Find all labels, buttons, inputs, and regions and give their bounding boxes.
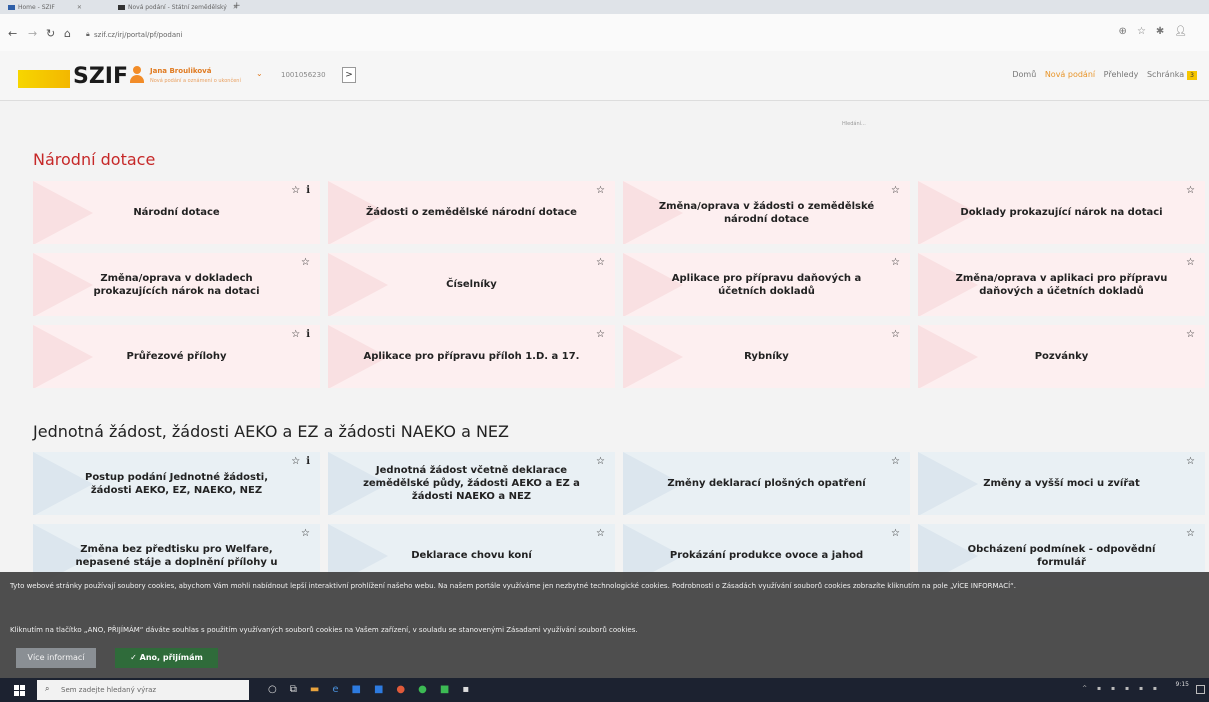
lock-icon: 🔒︎: [86, 30, 90, 38]
user-name[interactable]: Jana Brouliková: [150, 67, 211, 75]
tile-narodni-dotace[interactable]: Národní dotace ☆ i: [33, 181, 320, 244]
nav-home[interactable]: Domů: [1012, 70, 1036, 79]
szif-logo-bar: [18, 70, 70, 88]
szif-favicon: [8, 5, 15, 10]
outlook-icon[interactable]: ■: [351, 684, 373, 695]
tile-zadosti-narodni-dotace[interactable]: Žádosti o zemědělské národní dotace ☆: [328, 181, 615, 244]
star-icon[interactable]: ☆: [891, 185, 900, 196]
profile-icon[interactable]: 👤︎: [1174, 26, 1197, 37]
tile-zmena-aplikace[interactable]: Změna/oprava v aplikaci pro přípravu daň…: [918, 253, 1205, 316]
star-icon[interactable]: ☆: [596, 185, 605, 196]
browser-tab-podani[interactable]: Nová podání - Státní zemědělský ✕: [118, 2, 238, 14]
reload-icon[interactable]: ↻: [46, 27, 55, 40]
close-icon[interactable]: ✕: [77, 4, 82, 11]
search-icon: ⌕: [45, 684, 50, 693]
next-button[interactable]: >: [342, 67, 356, 83]
tile-rybniky[interactable]: Rybníky ☆: [623, 325, 910, 388]
extensions-icon[interactable]: ✱: [1156, 26, 1174, 37]
info-icon[interactable]: i: [306, 185, 310, 196]
star-icon[interactable]: ☆: [291, 329, 300, 340]
star-icon[interactable]: ☆: [1137, 26, 1156, 37]
tile-zmena-zadosti[interactable]: Změna/oprava v žádosti o zemědělské náro…: [623, 181, 910, 244]
star-icon[interactable]: ☆: [596, 528, 605, 539]
back-icon[interactable]: ←: [8, 27, 17, 40]
info-icon[interactable]: i: [306, 329, 310, 340]
taskbar: ⌕ Sem zadejte hledaný výraz ○⧉▬e■■●●■▪ ^…: [0, 678, 1209, 702]
tile-aplikace-prilohy[interactable]: Aplikace pro přípravu příloh 1.D. a 17. ☆: [328, 325, 615, 388]
app-icon[interactable]: ▪: [462, 684, 482, 695]
notification-icon[interactable]: [1196, 685, 1205, 694]
tile-jednotna-zadost[interactable]: Jednotná žádost včetně deklarace zeměděl…: [328, 452, 615, 515]
star-icon[interactable]: ☆: [891, 257, 900, 268]
star-icon[interactable]: ☆: [891, 528, 900, 539]
star-icon[interactable]: ☆: [1186, 329, 1195, 340]
star-icon[interactable]: ☆: [1186, 528, 1195, 539]
szif-logo[interactable]: SZIF: [73, 64, 128, 89]
star-icon[interactable]: ☆: [291, 185, 300, 196]
excel-icon[interactable]: ■: [440, 684, 462, 695]
cortana-icon[interactable]: ○: [268, 684, 290, 695]
accept-cookies-button[interactable]: ✓ Ano, přijímám: [115, 648, 218, 668]
nav-new-submissions[interactable]: Nová podání: [1045, 70, 1095, 79]
star-icon[interactable]: ☆: [291, 456, 300, 467]
edge-icon[interactable]: e: [332, 684, 351, 695]
user-subtitle: Nová podání a oznámení o ukončení: [150, 78, 241, 84]
forward-icon[interactable]: →: [28, 27, 37, 40]
page-favicon: [118, 5, 125, 10]
cookie-consent-text: Kliknutím na tlačítko „ANO, PŘIJÍMÁM“ dá…: [10, 626, 638, 634]
cookie-banner: Tyto webové stránky používají soubory co…: [0, 572, 1209, 678]
star-icon[interactable]: ☆: [1186, 456, 1195, 467]
tile-doklady[interactable]: Doklady prokazující nárok na dotaci ☆: [918, 181, 1205, 244]
app-icon[interactable]: ●: [396, 684, 418, 695]
tile-aplikace-danove-doklady[interactable]: Aplikace pro přípravu daňových a účetníc…: [623, 253, 910, 316]
new-tab-icon[interactable]: +: [233, 1, 241, 11]
section-title-narodni-dotace: Národní dotace: [33, 150, 156, 169]
search-input[interactable]: Hledání...: [842, 121, 866, 127]
clock[interactable]: 9:15: [1176, 681, 1189, 689]
info-icon[interactable]: i: [306, 456, 310, 467]
star-icon[interactable]: ☆: [1186, 257, 1195, 268]
check-icon: ✓: [130, 653, 140, 662]
tile-prurezove-prilohy[interactable]: Průřezové přílohy ☆ i: [33, 325, 320, 388]
tile-pozvanky[interactable]: Pozvánky ☆: [918, 325, 1205, 388]
tile-postup-podani[interactable]: Postup podání Jednotné žádosti, žádosti …: [33, 452, 320, 515]
windows-start-icon[interactable]: [14, 685, 26, 696]
more-info-button[interactable]: Více informací: [16, 648, 96, 668]
nav-overviews[interactable]: Přehledy: [1104, 70, 1139, 79]
browser-tab-home[interactable]: Home - SZIF ✕: [8, 2, 82, 14]
word-icon[interactable]: ■: [374, 684, 396, 695]
star-icon[interactable]: ☆: [891, 329, 900, 340]
star-icon[interactable]: ☆: [596, 329, 605, 340]
inbox-badge: 3: [1187, 71, 1197, 80]
star-icon[interactable]: ☆: [596, 456, 605, 467]
star-icon[interactable]: ☆: [1186, 185, 1195, 196]
nav-inbox[interactable]: Schránka: [1147, 70, 1184, 79]
star-icon[interactable]: ☆: [891, 456, 900, 467]
file-explorer-icon[interactable]: ▬: [310, 684, 332, 695]
section-title-jednotna-zadost: Jednotná žádost, žádosti AEKO a EZ a žád…: [33, 422, 509, 441]
tile-zmeny-zvirata[interactable]: Změny a vyšší moci u zvířat ☆: [918, 452, 1205, 515]
task-view-icon[interactable]: ⧉: [290, 684, 310, 695]
chevron-down-icon[interactable]: ⌄: [256, 69, 263, 78]
star-icon[interactable]: ☆: [301, 257, 310, 268]
tile-zmena-dokladu[interactable]: Změna/oprava v dokladech prokazujících n…: [33, 253, 320, 316]
tile-zmeny-deklaraci[interactable]: Změny deklarací plošných opatření ☆: [623, 452, 910, 515]
user-id: 1001056230: [281, 71, 326, 79]
top-navigation: Domů Nová podání Přehledy Schránka 3: [1006, 70, 1197, 80]
taskbar-search-input[interactable]: ⌕ Sem zadejte hledaný výraz: [37, 680, 249, 700]
star-icon[interactable]: ☆: [596, 257, 605, 268]
tile-ciselniky[interactable]: Číselníky ☆: [328, 253, 615, 316]
address-bar[interactable]: szif.cz/irj/portal/pf/podani: [94, 31, 183, 39]
star-icon[interactable]: ☆: [301, 528, 310, 539]
user-icon: [130, 66, 144, 86]
zoom-icon[interactable]: ⊕: [1119, 26, 1137, 37]
system-tray[interactable]: ^ ▪ ▪ ▪ ▪ ▪: [1082, 685, 1161, 692]
cookie-text: Tyto webové stránky používají soubory co…: [10, 582, 1016, 590]
chrome-icon[interactable]: ●: [418, 684, 440, 695]
home-icon[interactable]: ⌂: [64, 27, 71, 40]
